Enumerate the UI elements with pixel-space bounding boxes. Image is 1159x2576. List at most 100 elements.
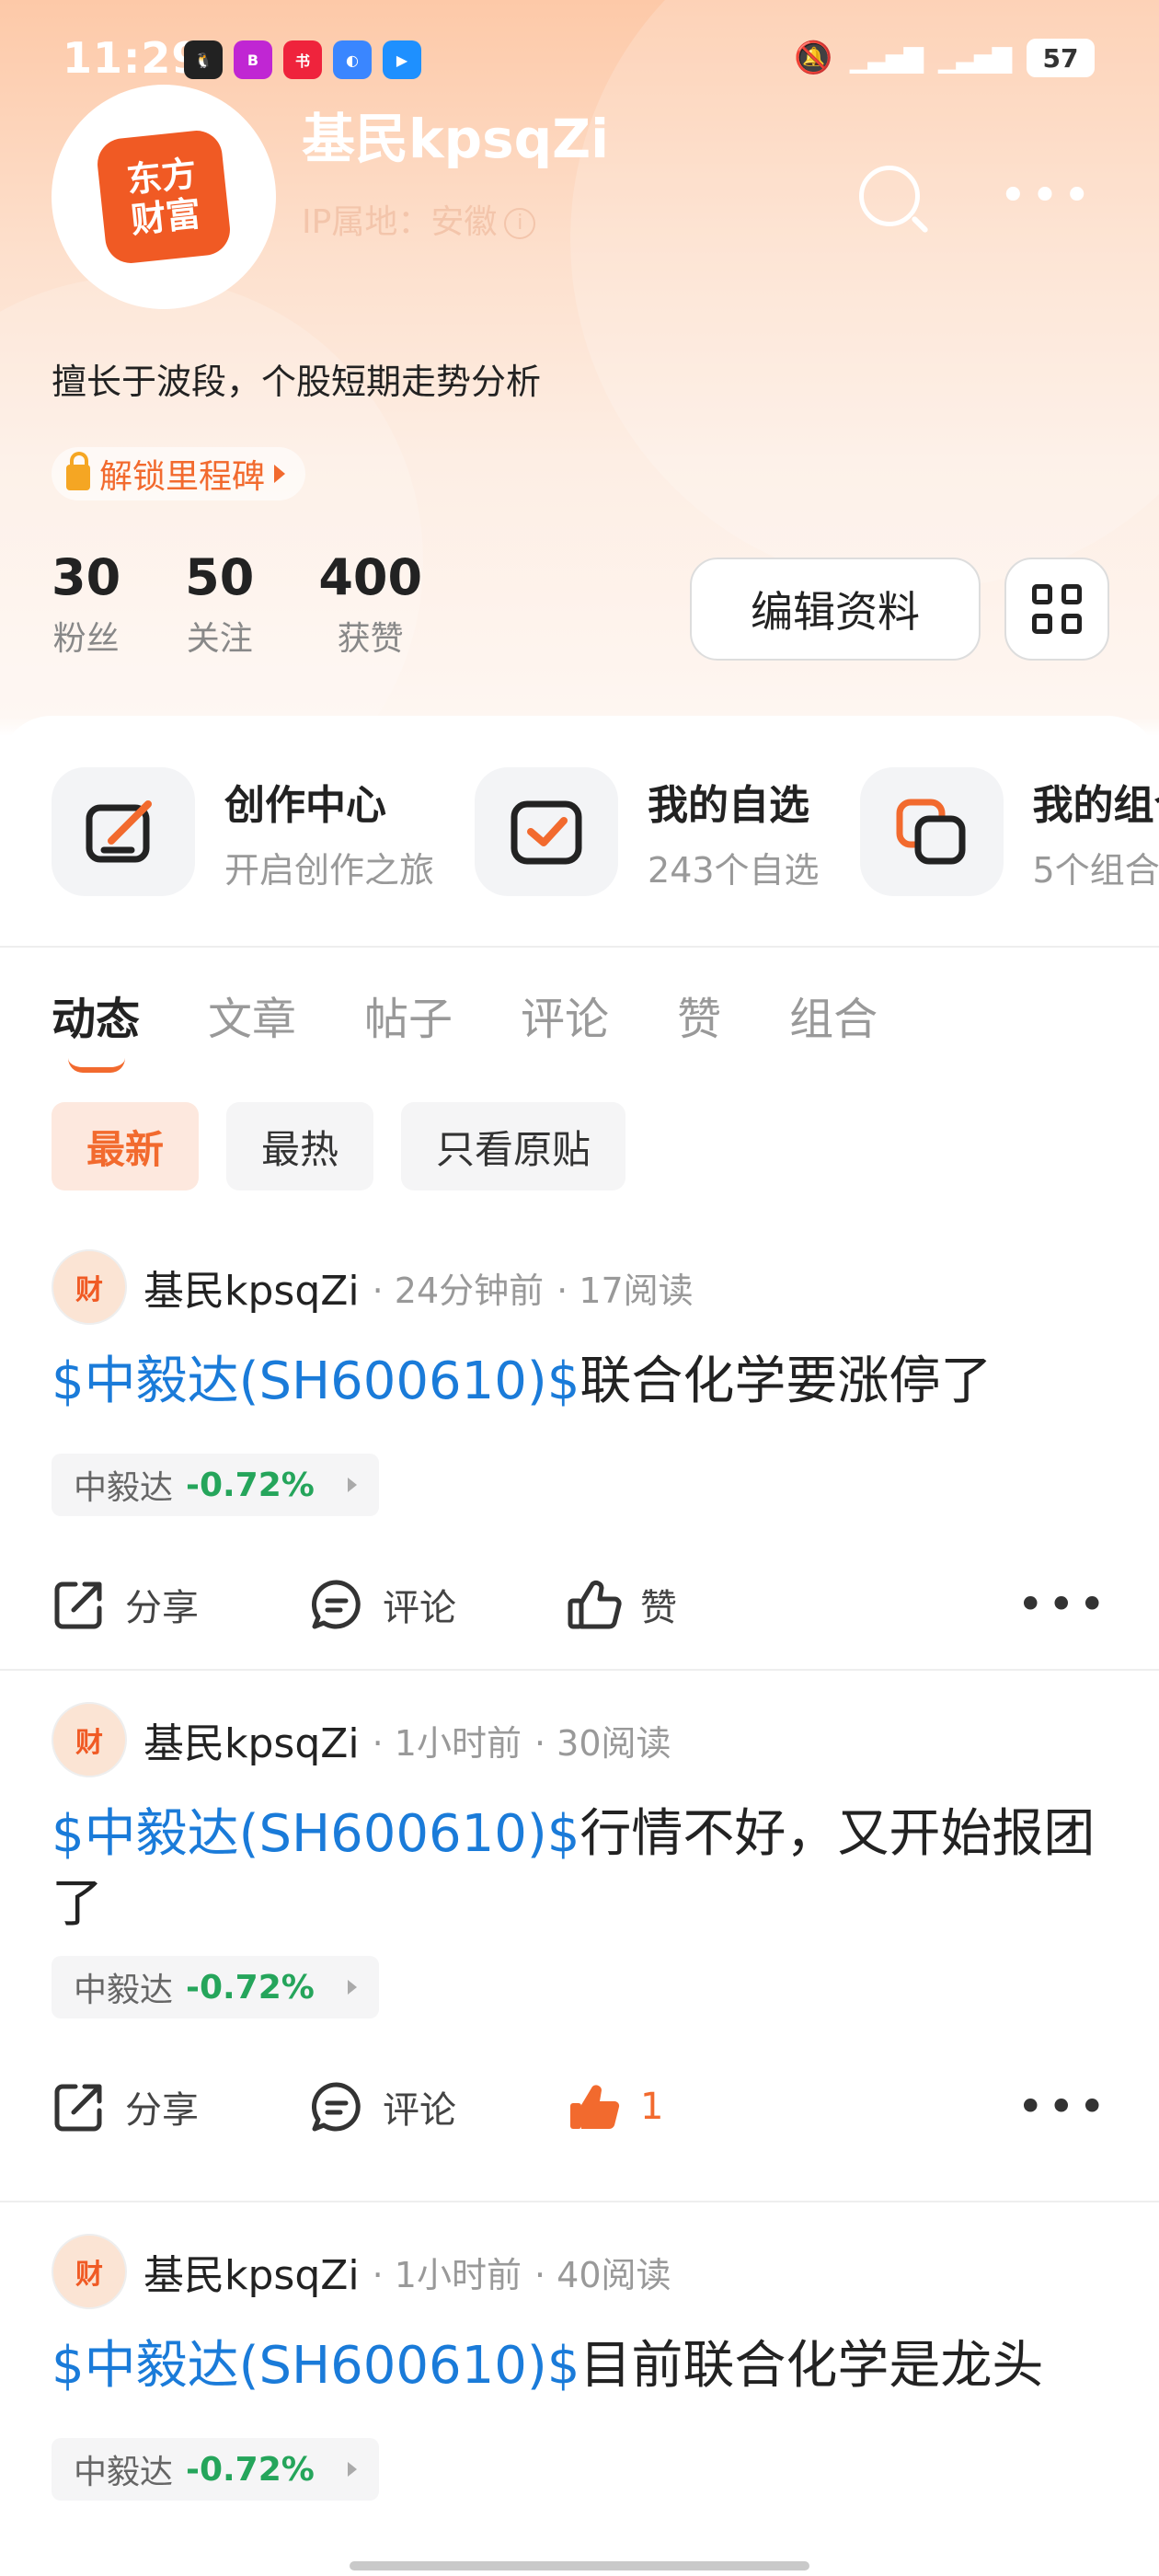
comment-button[interactable]: 评论: [309, 1577, 567, 1632]
comment-icon: [309, 1577, 364, 1632]
chevron-right-icon: [347, 1980, 357, 1995]
signal-icon: ▁▃▅▇: [937, 42, 1012, 74]
browser-icon: ◐: [333, 40, 372, 79]
edit-profile-button[interactable]: 编辑资料: [690, 558, 981, 661]
post-item[interactable]: 财 基民kpsqZi · 24分钟前 · 17阅读 $中毅达(SH600610)…: [0, 1249, 1159, 1700]
stock-tag-link[interactable]: $中毅达(SH600610)$: [52, 1351, 580, 1411]
shortcut-subtitle: 243个自选: [648, 849, 820, 891]
post-body: 联合化学要涨停了: [580, 1351, 993, 1411]
signal-icon: ▁▃▅▇: [849, 42, 924, 74]
like-button[interactable]: 1: [567, 2079, 824, 2134]
tab-articles[interactable]: 文章: [208, 983, 296, 1047]
post-actions: 分享 评论 赞 •••: [52, 1577, 1109, 1632]
tab-portfolios[interactable]: 组合: [789, 983, 878, 1047]
stock-quote-chip[interactable]: 中毅达 -0.72%: [52, 1956, 379, 2018]
comment-label: 评论: [383, 2089, 456, 2132]
filter-latest[interactable]: 最新: [52, 1102, 200, 1190]
author-name[interactable]: 基民kpsqZi: [143, 1710, 360, 1769]
like-button[interactable]: 赞: [567, 1577, 824, 1632]
bio: 擅长于波段，个股短期走势分析: [52, 362, 542, 402]
shortcut-row: 创作中心 开启创作之旅 我的自选 243个自选 我的组合: [52, 767, 1159, 896]
chevron-right-icon: [347, 2462, 357, 2477]
share-button[interactable]: 分享: [52, 2079, 309, 2134]
share-icon: [52, 1577, 107, 1632]
video-app-icon: ▶: [383, 40, 421, 79]
divider: [0, 946, 1159, 948]
filter-original-only[interactable]: 只看原贴: [401, 1102, 626, 1190]
author-name[interactable]: 基民kpsqZi: [143, 2242, 360, 2301]
qr-code-button[interactable]: [1004, 558, 1109, 661]
share-button[interactable]: 分享: [52, 1577, 309, 1632]
tab-likes[interactable]: 赞: [677, 983, 721, 1047]
shortcut-creation-center[interactable]: 创作中心 开启创作之旅: [52, 767, 434, 896]
qq-icon: 🐧: [184, 40, 223, 79]
thumbs-up-icon: [567, 1577, 622, 1632]
stat-fans[interactable]: 30 粉丝: [52, 548, 120, 660]
shortcut-title: 我的自选: [648, 781, 810, 829]
author-name[interactable]: 基民kpsqZi: [143, 1258, 360, 1317]
mute-bell-icon: 🔕: [794, 40, 833, 76]
milestone-badge[interactable]: 解锁里程碑: [52, 447, 306, 500]
edit-pen-icon: [52, 767, 195, 896]
post-header: 财 基民kpsqZi · 1小时前 · 40阅读: [52, 2234, 671, 2309]
post-text[interactable]: $中毅达(SH600610)$行情不好，又开始报团了: [52, 1800, 1109, 1939]
home-indicator[interactable]: [350, 2561, 809, 2570]
shortcut-watchlist[interactable]: 我的自选 243个自选: [475, 767, 820, 896]
chevron-right-icon: [347, 1478, 357, 1492]
more-icon[interactable]: •••: [1017, 1578, 1109, 1631]
stat-following[interactable]: 50 关注: [185, 548, 254, 660]
divider: [0, 1669, 1159, 1671]
thumbs-up-filled-icon: [567, 2079, 622, 2134]
quote-name: 中毅达: [74, 1469, 174, 1507]
post-time: · 1小时前: [372, 2254, 522, 2295]
username: 基民kpsqZi: [302, 108, 610, 170]
more-icon[interactable]: •••: [1017, 2080, 1109, 2133]
more-icon[interactable]: •••: [999, 172, 1095, 220]
quote-name: 中毅达: [74, 1972, 174, 2009]
shortcut-title: 创作中心: [224, 781, 386, 829]
post-time: · 1小时前: [372, 1722, 522, 1764]
post-item[interactable]: 财 基民kpsqZi · 1小时前 · 30阅读 $中毅达(SH600610)$…: [0, 1702, 1159, 2199]
stock-quote-chip[interactable]: 中毅达 -0.72%: [52, 2438, 379, 2501]
chevron-right-icon: [274, 465, 286, 483]
shortcut-subtitle: 开启创作之旅: [224, 849, 435, 891]
stock-tag-link[interactable]: $中毅达(SH600610)$: [52, 1804, 580, 1864]
post-actions: 分享 评论 1 •••: [52, 2079, 1109, 2134]
post-time: · 24分钟前: [372, 1270, 545, 1311]
quote-change: -0.72%: [186, 1968, 315, 2007]
author-avatar[interactable]: 财: [52, 2234, 127, 2309]
post-item[interactable]: 财 基民kpsqZi · 1小时前 · 40阅读 $中毅达(SH600610)$…: [0, 2234, 1159, 2576]
shortcut-portfolio[interactable]: 我的组合 5个组合: [859, 767, 1159, 896]
stock-tag-link[interactable]: $中毅达(SH600610)$: [52, 2336, 580, 2396]
stat-label: 粉丝: [52, 620, 120, 658]
tab-posts[interactable]: 帖子: [364, 983, 453, 1047]
qr-code-icon: [1032, 584, 1082, 634]
share-icon: [52, 2079, 107, 2134]
post-reads: · 17阅读: [557, 1270, 694, 1311]
tab-dynamics[interactable]: 动态: [52, 983, 140, 1073]
author-avatar[interactable]: 财: [52, 1702, 127, 1777]
tab-bar: 动态 文章 帖子 评论 赞 组合: [52, 983, 878, 1073]
notification-icons: 🐧 B 书 ◐ ▶: [184, 40, 421, 79]
filter-hottest[interactable]: 最热: [226, 1102, 374, 1190]
content-card: 创作中心 开启创作之旅 我的自选 243个自选 我的组合: [0, 716, 1159, 2576]
avatar[interactable]: 东方财富: [52, 85, 276, 309]
post-text[interactable]: $中毅达(SH600610)$目前联合化学是龙头: [52, 2331, 1109, 2401]
stat-value: 50: [185, 548, 255, 606]
profile-stats: 30 粉丝 50 关注 400 获赞: [52, 548, 487, 660]
stat-likes[interactable]: 400 获赞: [318, 548, 422, 660]
post-header: 财 基民kpsqZi · 24分钟前 · 17阅读: [52, 1249, 694, 1325]
search-icon[interactable]: [858, 166, 920, 226]
post-text[interactable]: $中毅达(SH600610)$联合化学要涨停了: [52, 1347, 1109, 1417]
xiaohongshu-icon: 书: [283, 40, 322, 79]
comment-icon: [309, 2079, 364, 2134]
comment-button[interactable]: 评论: [309, 2079, 567, 2134]
ip-location-text: IP属地：安徽: [302, 203, 498, 241]
tab-comments[interactable]: 评论: [521, 983, 609, 1047]
info-icon[interactable]: i: [504, 208, 536, 239]
milestone-label: 解锁里程碑: [99, 458, 266, 496]
stock-quote-chip[interactable]: 中毅达 -0.72%: [52, 1454, 379, 1516]
divider: [0, 2201, 1159, 2202]
author-avatar[interactable]: 财: [52, 1249, 127, 1325]
stat-label: 获赞: [337, 620, 404, 658]
